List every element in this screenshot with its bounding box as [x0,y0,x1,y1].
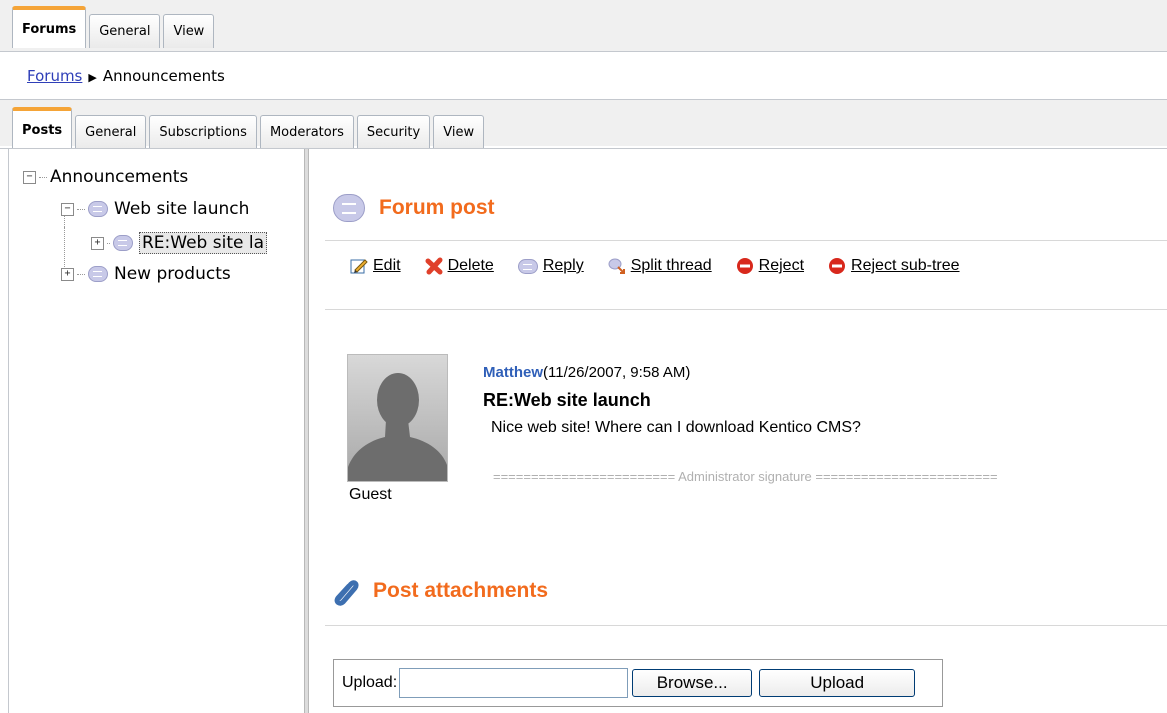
reply-icon [517,258,538,274]
delete-button[interactable]: Delete [417,257,494,275]
breadcrumb: Forums ▶ Announcements [27,67,225,85]
tree-node-label[interactable]: New products [114,264,231,284]
tree-node-label[interactable]: Web site launch [114,199,249,219]
split-thread-button[interactable]: Split thread [600,257,712,275]
divider [325,240,1167,241]
tab-security[interactable]: Security [356,115,431,149]
post-date: (11/26/2007, 9:58 AM) [543,364,691,381]
divider [325,309,1167,310]
post-subject: RE:Web site launch [483,390,651,410]
tab-general-sub[interactable]: General [75,115,147,149]
tab-general[interactable]: General [89,14,161,48]
expand-icon[interactable]: + [61,267,74,281]
tree-node-web-site-launch[interactable]: − Web site launch [61,199,249,219]
divider [325,625,1167,626]
tab-moderators[interactable]: Moderators [259,115,354,149]
upload-file-input[interactable] [399,668,629,698]
tree-node-label[interactable]: Announcements [50,167,188,187]
tree-node-label-selected[interactable]: RE:Web site la [139,232,267,254]
paperclip-icon [334,580,359,606]
top-tab-row: Forums General View [12,6,217,48]
post-actions-toolbar: Edit Delete Reply Split thread Reject Re… [342,257,976,275]
delete-icon [425,257,443,275]
post-body: Nice web site! Where can I download Kent… [491,419,861,436]
post-meta: Matthew(11/26/2007, 9:58 AM) [483,364,690,381]
post-signature: ======================== Administrator s… [493,469,998,484]
forum-post-icon [333,194,365,222]
post-bubble-icon [88,201,108,217]
forum-post-heading: Forum post [333,194,495,222]
breadcrumb-bar: Forums ▶ Announcements [0,52,1167,100]
sub-tab-row: Posts General Subscriptions Moderators S… [12,107,487,149]
reject-button[interactable]: Reject [728,257,804,275]
reject-subtree-icon [829,258,846,274]
collapse-icon[interactable]: − [23,170,36,184]
user-label: Guest [349,486,392,503]
tab-forums[interactable]: Forums [12,6,87,48]
post-author[interactable]: Matthew [483,364,543,381]
tab-view-sub[interactable]: View [433,115,485,149]
tab-view[interactable]: View [163,14,215,48]
tree-node-reply[interactable]: + RE:Web site la [91,232,267,254]
breadcrumb-arrow-icon: ▶ [88,71,97,84]
tab-posts[interactable]: Posts [12,107,73,149]
expand-icon[interactable]: + [91,236,104,250]
forum-tree: − Announcements − Web site launch + RE:Web … [9,149,304,713]
post-bubble-icon [88,266,108,282]
avatar [347,354,448,482]
tree-line [64,227,65,247]
tree-node-new-products[interactable]: + New products [61,264,231,284]
forum-post-title: Forum post [379,196,495,219]
reply-button[interactable]: Reply [510,257,584,275]
reject-subtree-button[interactable]: Reject sub-tree [820,257,960,275]
post-attachments-title: Post attachments [373,579,549,602]
upload-panel: Upload: Browse... Upload [333,659,943,707]
collapse-icon[interactable]: − [61,202,74,216]
breadcrumb-current: Announcements [102,67,225,85]
upload-button[interactable]: Upload [759,669,916,697]
edit-button[interactable]: Edit [342,257,401,275]
pane-splitter[interactable] [304,149,309,713]
main-content: Forum post Edit Delete Reply Split threa… [310,149,1167,713]
edit-icon [350,259,368,274]
tab-subscriptions[interactable]: Subscriptions [149,115,257,149]
user-silhouette-icon [348,373,447,481]
post-bubble-icon [113,235,133,251]
breadcrumb-link-forums[interactable]: Forums [27,67,82,85]
browse-button[interactable]: Browse... [632,669,753,697]
reject-icon [736,258,753,274]
post-attachments-heading: Post attachments [333,576,548,606]
tree-node-announcements[interactable]: − Announcements [23,167,188,187]
upload-label: Upload: [342,674,398,691]
split-thread-icon [608,258,625,274]
